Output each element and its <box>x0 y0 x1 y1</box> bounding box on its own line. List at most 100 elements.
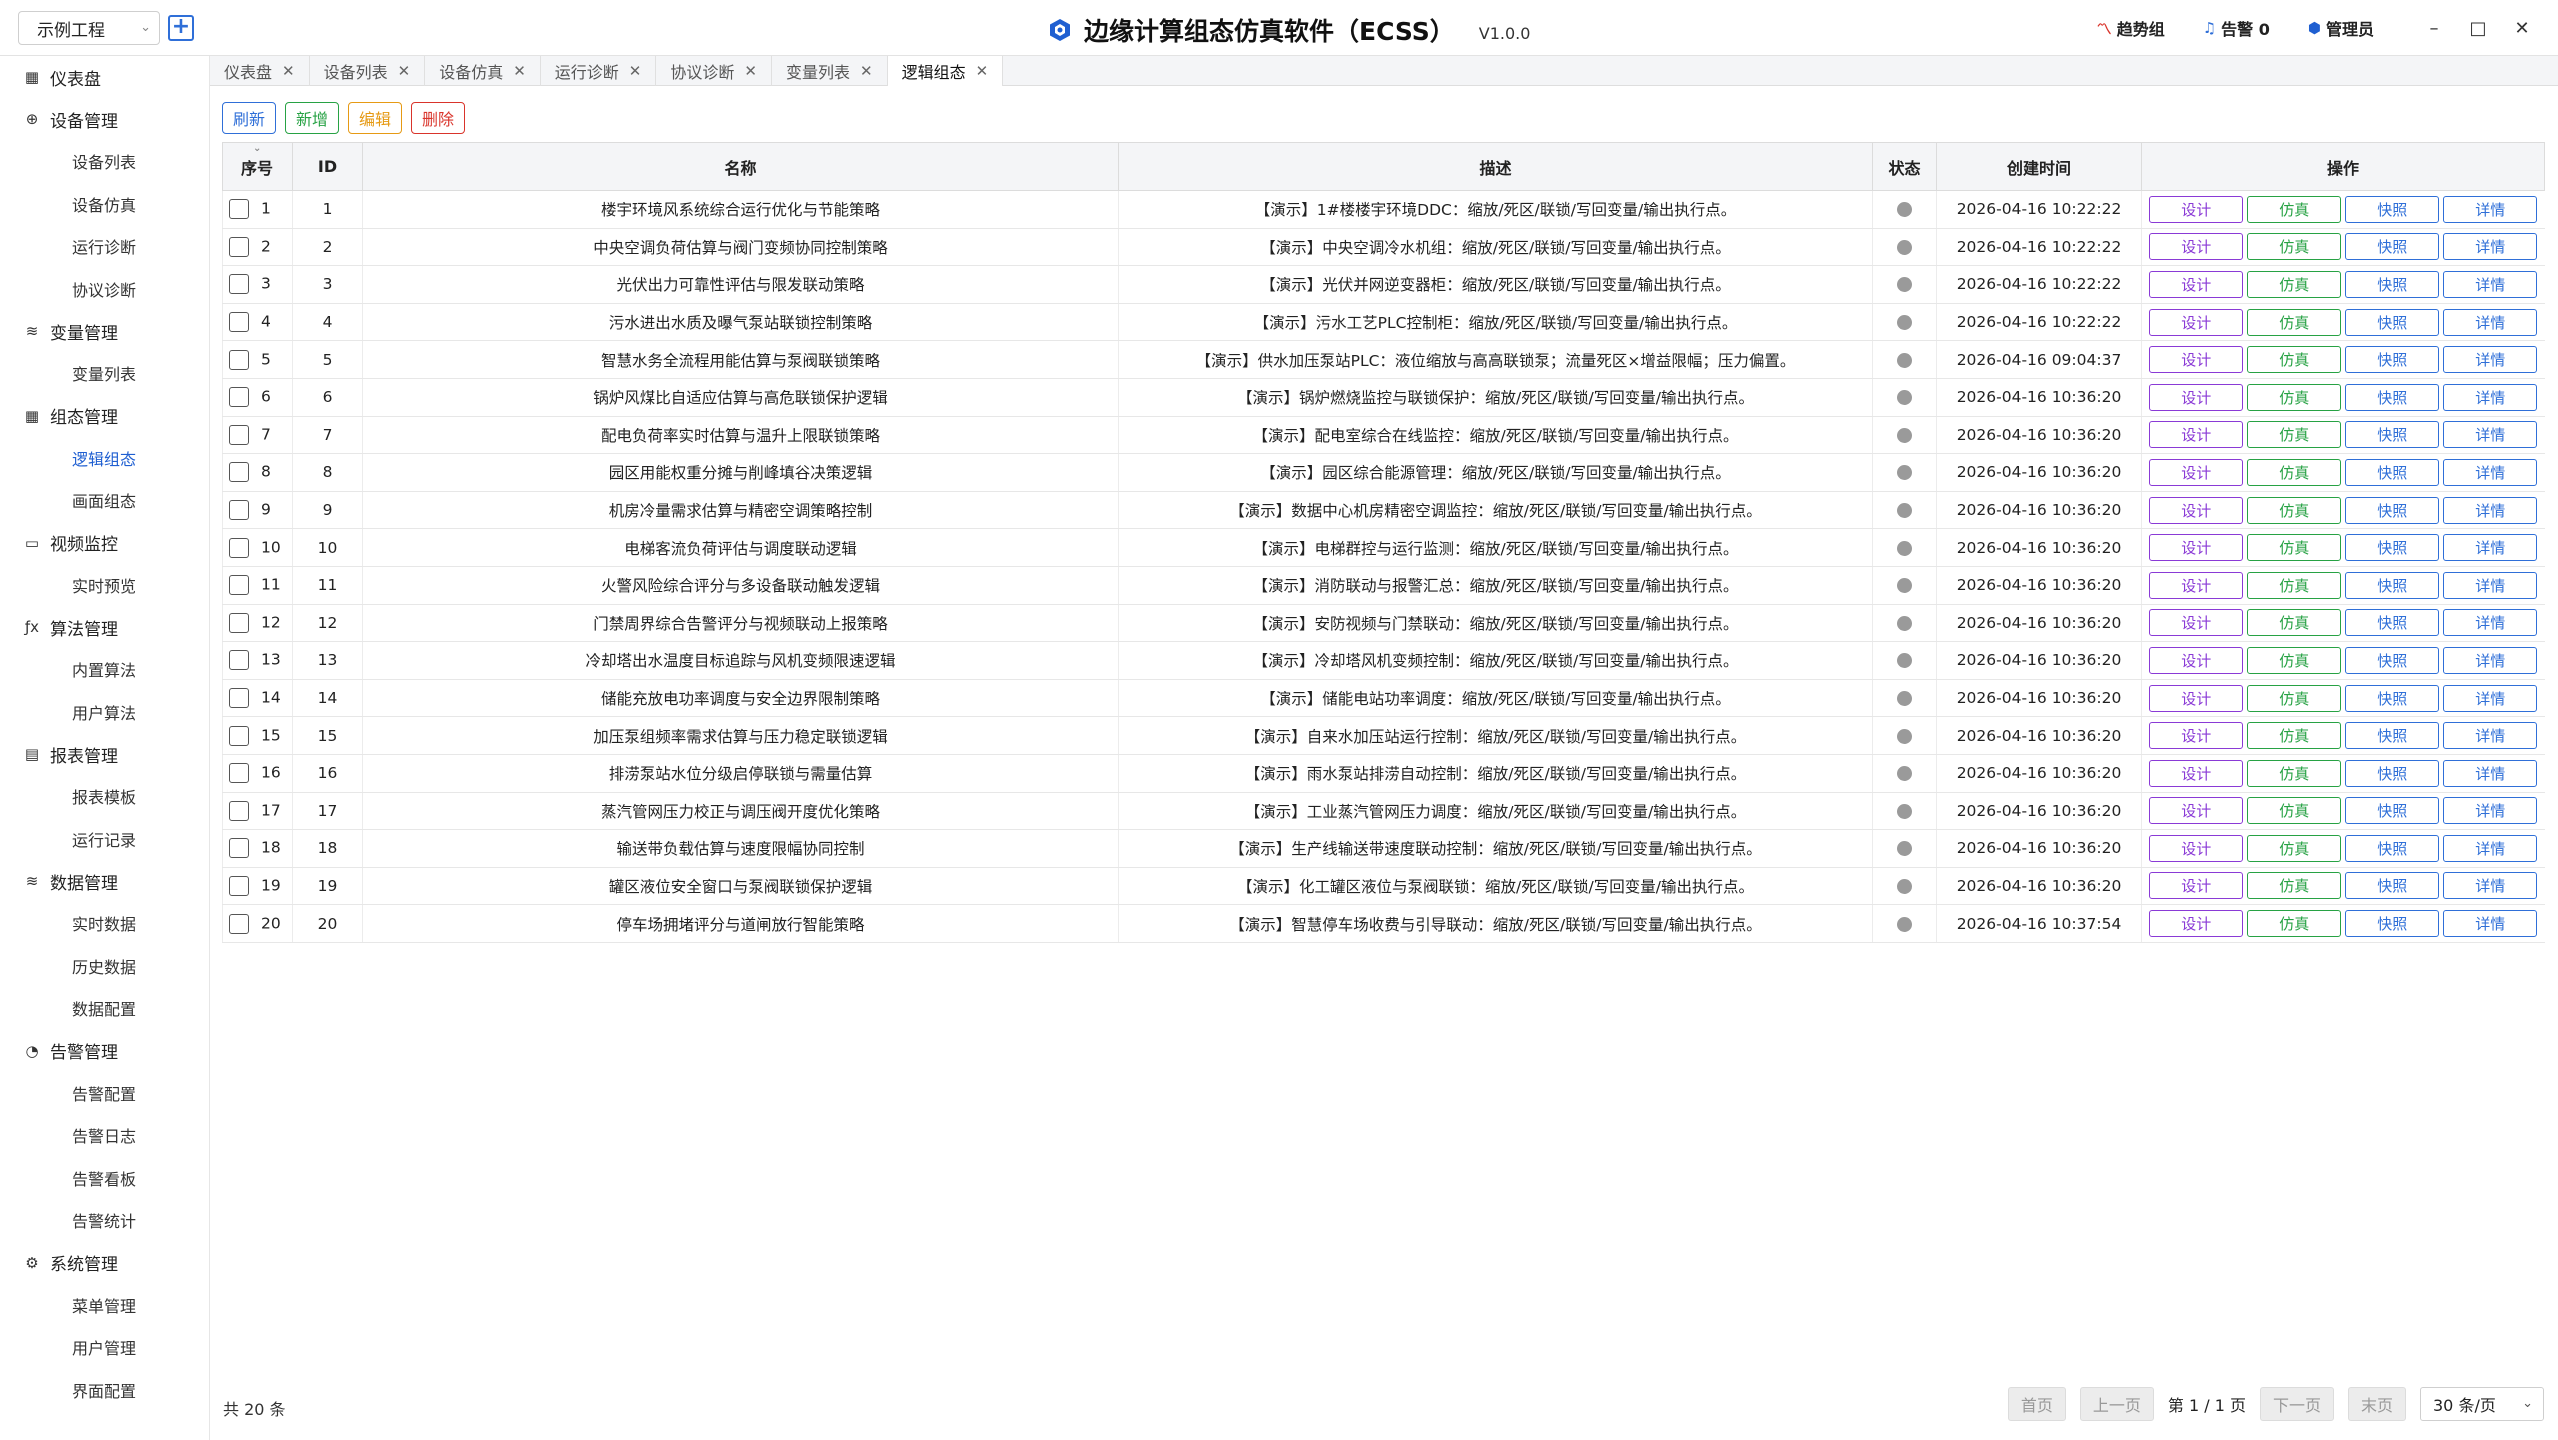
add-project-button[interactable]: + <box>168 15 194 41</box>
design-button[interactable]: 设计 <box>2149 270 2244 298</box>
design-button[interactable]: 设计 <box>2149 383 2244 411</box>
detail-button[interactable]: 详情 <box>2443 534 2538 562</box>
close-icon[interactable]: ✕ <box>513 62 526 80</box>
simulate-button[interactable]: 仿真 <box>2247 195 2342 223</box>
design-button[interactable]: 设计 <box>2149 759 2244 787</box>
tab-item[interactable]: 运行诊断 ✕ <box>541 56 657 86</box>
table-row[interactable]: 3 3 光伏出力可靠性评估与限发联动策略 【演示】光伏并网逆变器柜：缩放/死区/联锁/… <box>222 265 2545 304</box>
detail-button[interactable]: 详情 <box>2443 571 2538 599</box>
snapshot-button[interactable]: 快照 <box>2345 270 2440 298</box>
header-desc[interactable]: 描述 <box>1118 142 1873 191</box>
sidebar-item[interactable]: 界面配置 <box>0 1369 209 1412</box>
snapshot-button[interactable]: 快照 <box>2345 383 2440 411</box>
last-page-button[interactable]: 末页 <box>2347 1387 2406 1421</box>
sidebar-item[interactable]: 告警日志 <box>0 1114 209 1157</box>
simulate-button[interactable]: 仿真 <box>2247 609 2342 637</box>
table-row[interactable]: 12 12 门禁周界综合告警评分与视频联动上报策略 【演示】安防视频与门禁联动：缩放/… <box>222 604 2545 643</box>
design-button[interactable]: 设计 <box>2149 872 2244 900</box>
design-button[interactable]: 设计 <box>2149 458 2244 486</box>
table-row[interactable]: 10 10 电梯客流负荷评估与调度联动逻辑 【演示】电梯群控与运行监测：缩放/死区/联… <box>222 528 2545 567</box>
sidebar-item[interactable]: 报表模板 <box>0 775 209 818</box>
design-button[interactable]: 设计 <box>2149 571 2244 599</box>
table-row[interactable]: 8 8 园区用能权重分摊与削峰填谷决策逻辑 【演示】园区综合能源管理：缩放/死区/联锁… <box>222 453 2545 492</box>
row-checkbox[interactable] <box>229 312 249 333</box>
sidebar-item[interactable]: 实时预览 <box>0 564 209 607</box>
design-button[interactable]: 设计 <box>2149 195 2244 223</box>
maximize-button[interactable]: □ <box>2456 18 2500 39</box>
design-button[interactable]: 设计 <box>2149 233 2244 261</box>
snapshot-button[interactable]: 快照 <box>2345 458 2440 486</box>
snapshot-button[interactable]: 快照 <box>2345 308 2440 336</box>
table-row[interactable]: 9 9 机房冷量需求估算与精密空调策略控制 【演示】数据中心机房精密空调监控：缩放/死… <box>222 491 2545 530</box>
first-page-button[interactable]: 首页 <box>2007 1387 2066 1421</box>
detail-button[interactable]: 详情 <box>2443 308 2538 336</box>
sidebar-group[interactable]: ▦ 仪表盘 <box>0 56 209 98</box>
row-checkbox[interactable] <box>229 612 249 633</box>
table-row[interactable]: 1 1 楼宇环境风系统综合运行优化与节能策略 【演示】1#楼楼宇环境DDC：缩放/死区… <box>222 190 2545 229</box>
row-checkbox[interactable] <box>229 725 249 746</box>
table-row[interactable]: 6 6 锅炉风煤比自适应估算与高危联锁保护逻辑 【演示】锅炉燃烧监控与联锁保护：缩放/… <box>222 378 2545 417</box>
simulate-button[interactable]: 仿真 <box>2247 346 2342 374</box>
detail-button[interactable]: 详情 <box>2443 496 2538 524</box>
sidebar-item[interactable]: 变量列表 <box>0 352 209 395</box>
tab-item[interactable]: 逻辑组态 ✕ <box>887 56 1004 86</box>
minimize-button[interactable]: – <box>2412 18 2456 39</box>
detail-button[interactable]: 详情 <box>2443 872 2538 900</box>
sidebar-item[interactable]: 数据配置 <box>0 987 209 1030</box>
close-icon[interactable]: ✕ <box>860 62 873 80</box>
design-button[interactable]: 设计 <box>2149 496 2244 524</box>
simulate-button[interactable]: 仿真 <box>2247 534 2342 562</box>
sidebar-item[interactable]: 运行诊断 <box>0 225 209 268</box>
detail-button[interactable]: 详情 <box>2443 233 2538 261</box>
table-row[interactable]: 18 18 输送带负载估算与速度限幅协同控制 【演示】生产线输送带速度联动控制：缩放/… <box>222 829 2545 868</box>
design-button[interactable]: 设计 <box>2149 684 2244 712</box>
simulate-button[interactable]: 仿真 <box>2247 872 2342 900</box>
sidebar-group[interactable]: ▦ 组态管理 <box>0 395 209 437</box>
sidebar-group[interactable]: ⊕ 设备管理 <box>0 98 209 140</box>
header-status[interactable]: 状态 <box>1872 142 1937 191</box>
sidebar-item[interactable]: 告警统计 <box>0 1199 209 1242</box>
detail-button[interactable]: 详情 <box>2443 834 2538 862</box>
next-page-button[interactable]: 下一页 <box>2259 1387 2334 1421</box>
table-row[interactable]: 7 7 配电负荷率实时估算与温升上限联锁策略 【演示】配电室综合在线监控：缩放/死区/… <box>222 416 2545 455</box>
detail-button[interactable]: 详情 <box>2443 421 2538 449</box>
snapshot-button[interactable]: 快照 <box>2345 534 2440 562</box>
simulate-button[interactable]: 仿真 <box>2247 270 2342 298</box>
sidebar-group[interactable]: ≋ 变量管理 <box>0 310 209 352</box>
detail-button[interactable]: 详情 <box>2443 759 2538 787</box>
table-row[interactable]: 20 20 停车场拥堵评分与道闸放行智能策略 【演示】智慧停车场收费与引导联动：缩放/… <box>222 904 2545 943</box>
table-row[interactable]: 4 4 污水进出水质及曝气泵站联锁控制策略 【演示】污水工艺PLC控制柜：缩放/死区/… <box>222 303 2545 342</box>
row-checkbox[interactable] <box>229 274 249 295</box>
tab-item[interactable]: 变量列表 ✕ <box>772 56 888 86</box>
trend-button[interactable]: 〽 趋势组 <box>2097 16 2165 40</box>
sidebar-group[interactable]: ≋ 数据管理 <box>0 860 209 902</box>
snapshot-button[interactable]: 快照 <box>2345 797 2440 825</box>
close-icon[interactable]: ✕ <box>629 62 642 80</box>
table-row[interactable]: 5 5 智慧水务全流程用能估算与泵阀联锁策略 【演示】供水加压泵站PLC：液位缩放与高… <box>222 340 2545 379</box>
detail-button[interactable]: 详情 <box>2443 609 2538 637</box>
sidebar-item[interactable]: 逻辑组态 <box>0 437 209 480</box>
tab-item[interactable]: 协议诊断 ✕ <box>656 56 772 86</box>
snapshot-button[interactable]: 快照 <box>2345 834 2440 862</box>
design-button[interactable]: 设计 <box>2149 534 2244 562</box>
simulate-button[interactable]: 仿真 <box>2247 496 2342 524</box>
row-checkbox[interactable] <box>229 650 249 671</box>
sidebar-item[interactable]: 菜单管理 <box>0 1284 209 1327</box>
header-name[interactable]: 名称 <box>362 142 1119 191</box>
sidebar-group[interactable]: ▭ 视频监控 <box>0 522 209 564</box>
row-checkbox[interactable] <box>229 500 249 521</box>
detail-button[interactable]: 详情 <box>2443 270 2538 298</box>
close-icon[interactable]: ✕ <box>282 62 295 80</box>
sidebar-item[interactable]: 设备列表 <box>0 140 209 183</box>
snapshot-button[interactable]: 快照 <box>2345 346 2440 374</box>
simulate-button[interactable]: 仿真 <box>2247 308 2342 336</box>
detail-button[interactable]: 详情 <box>2443 910 2538 938</box>
table-row[interactable]: 2 2 中央空调负荷估算与阀门变频协同控制策略 【演示】中央空调冷水机组：缩放/死区/… <box>222 228 2545 267</box>
row-checkbox[interactable] <box>229 199 249 220</box>
sidebar-item[interactable]: 协议诊断 <box>0 268 209 311</box>
simulate-button[interactable]: 仿真 <box>2247 383 2342 411</box>
project-select[interactable]: 示例工程 ⌄ <box>18 11 160 45</box>
design-button[interactable]: 设计 <box>2149 646 2244 674</box>
design-button[interactable]: 设计 <box>2149 346 2244 374</box>
design-button[interactable]: 设计 <box>2149 308 2244 336</box>
